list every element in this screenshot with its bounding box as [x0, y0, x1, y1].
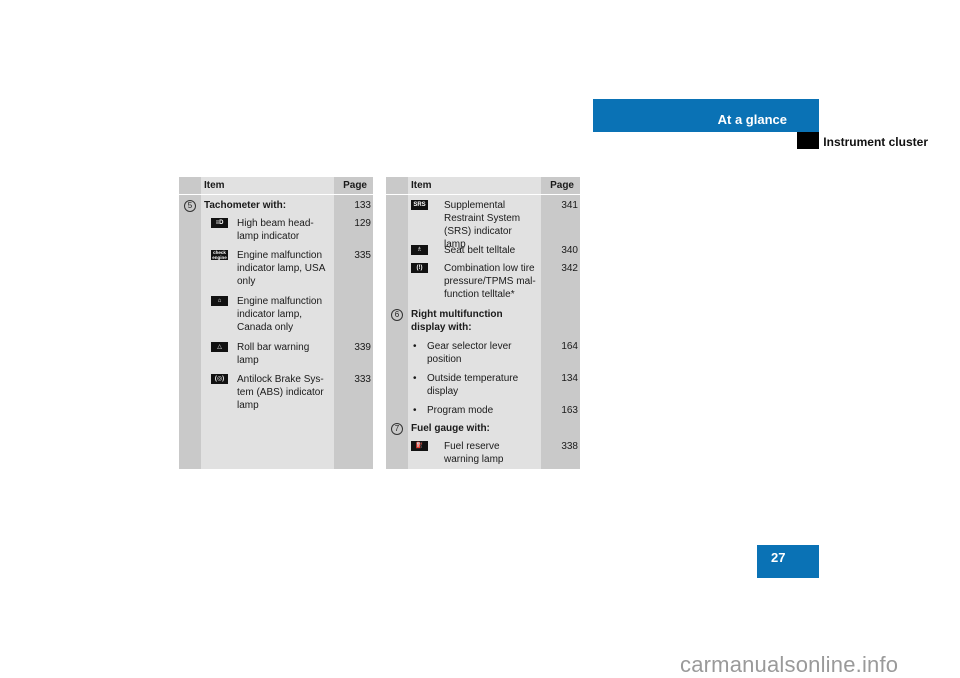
item-label: Fuel reserve warning lamp [444, 441, 504, 465]
section-title: At a glance [717, 112, 787, 127]
item-label: Seat belt telltale [444, 245, 516, 256]
group-label: Right multifunction display with: [411, 309, 503, 333]
subsection-title: Instrument cluster [823, 135, 928, 149]
table-header: Item Page [179, 177, 373, 195]
page-ref: 333 [354, 374, 371, 385]
fuel-reserve-icon: ⛽ [411, 441, 428, 451]
header-page: Page [343, 180, 367, 191]
page-ref: 342 [561, 263, 578, 274]
page-ref: 164 [561, 341, 578, 352]
page-ref: 163 [561, 405, 578, 416]
item-label: Roll bar warning lamp [237, 342, 310, 366]
page-ref: 340 [561, 245, 578, 256]
subsection-marker [797, 132, 819, 149]
page-ref: 339 [354, 342, 371, 353]
seat-belt-icon: ♗ [411, 245, 428, 255]
left-table: Item Page 5 Tachometer with: 133 ≡D High… [179, 177, 373, 469]
srs-icon: SRS [411, 200, 428, 210]
item-label: High beam head-lamp indicator [237, 218, 314, 242]
item-label: Program mode [427, 405, 494, 416]
header-item: Item [411, 180, 432, 191]
item-label: Gear selector lever position [427, 341, 512, 365]
item-label: Combination low tire pressure/TPMS mal-f… [444, 263, 536, 300]
header-page: Page [550, 180, 574, 191]
page-ref: 338 [561, 441, 578, 452]
abs-icon: (◎) [211, 374, 228, 384]
watermark: carmanualsonline.info [680, 652, 899, 677]
page-ref: 335 [354, 250, 371, 261]
engine-icon: ⌂ [211, 296, 228, 306]
bullet-icon: • [413, 373, 417, 384]
item-label: Engine malfunction indicator lamp, Canad… [237, 296, 323, 333]
header-item: Item [204, 180, 225, 191]
page-number: 27 [771, 550, 786, 565]
section-header: At a glance [593, 99, 819, 132]
group-label: Tachometer with: [204, 200, 287, 211]
item-label: Outside temperature display [427, 373, 519, 397]
tire-pressure-icon: (!) [411, 263, 428, 273]
bullet-icon: • [413, 405, 417, 416]
item-number: 6 [391, 309, 403, 321]
right-table: Item Page SRS Supplemental Restraint Sys… [386, 177, 580, 469]
group-label: Fuel gauge with: [411, 423, 490, 434]
page-ref: 129 [354, 218, 371, 229]
page-ref: 341 [561, 200, 578, 211]
table-header: Item Page [386, 177, 580, 195]
page-ref: 134 [561, 373, 578, 384]
roll-bar-icon: △ [211, 342, 228, 352]
item-number: 7 [391, 423, 403, 435]
item-label: Antilock Brake Sys-tem (ABS) indicator l… [237, 374, 324, 411]
page-number-box: 27 [757, 545, 819, 578]
page-ref: 133 [354, 200, 371, 211]
high-beam-icon: ≡D [211, 218, 228, 228]
item-label: Engine malfunction indicator lamp, USA o… [237, 250, 325, 287]
bullet-icon: • [413, 341, 417, 352]
item-number: 5 [184, 200, 196, 212]
check-engine-icon: check engine [211, 250, 228, 260]
